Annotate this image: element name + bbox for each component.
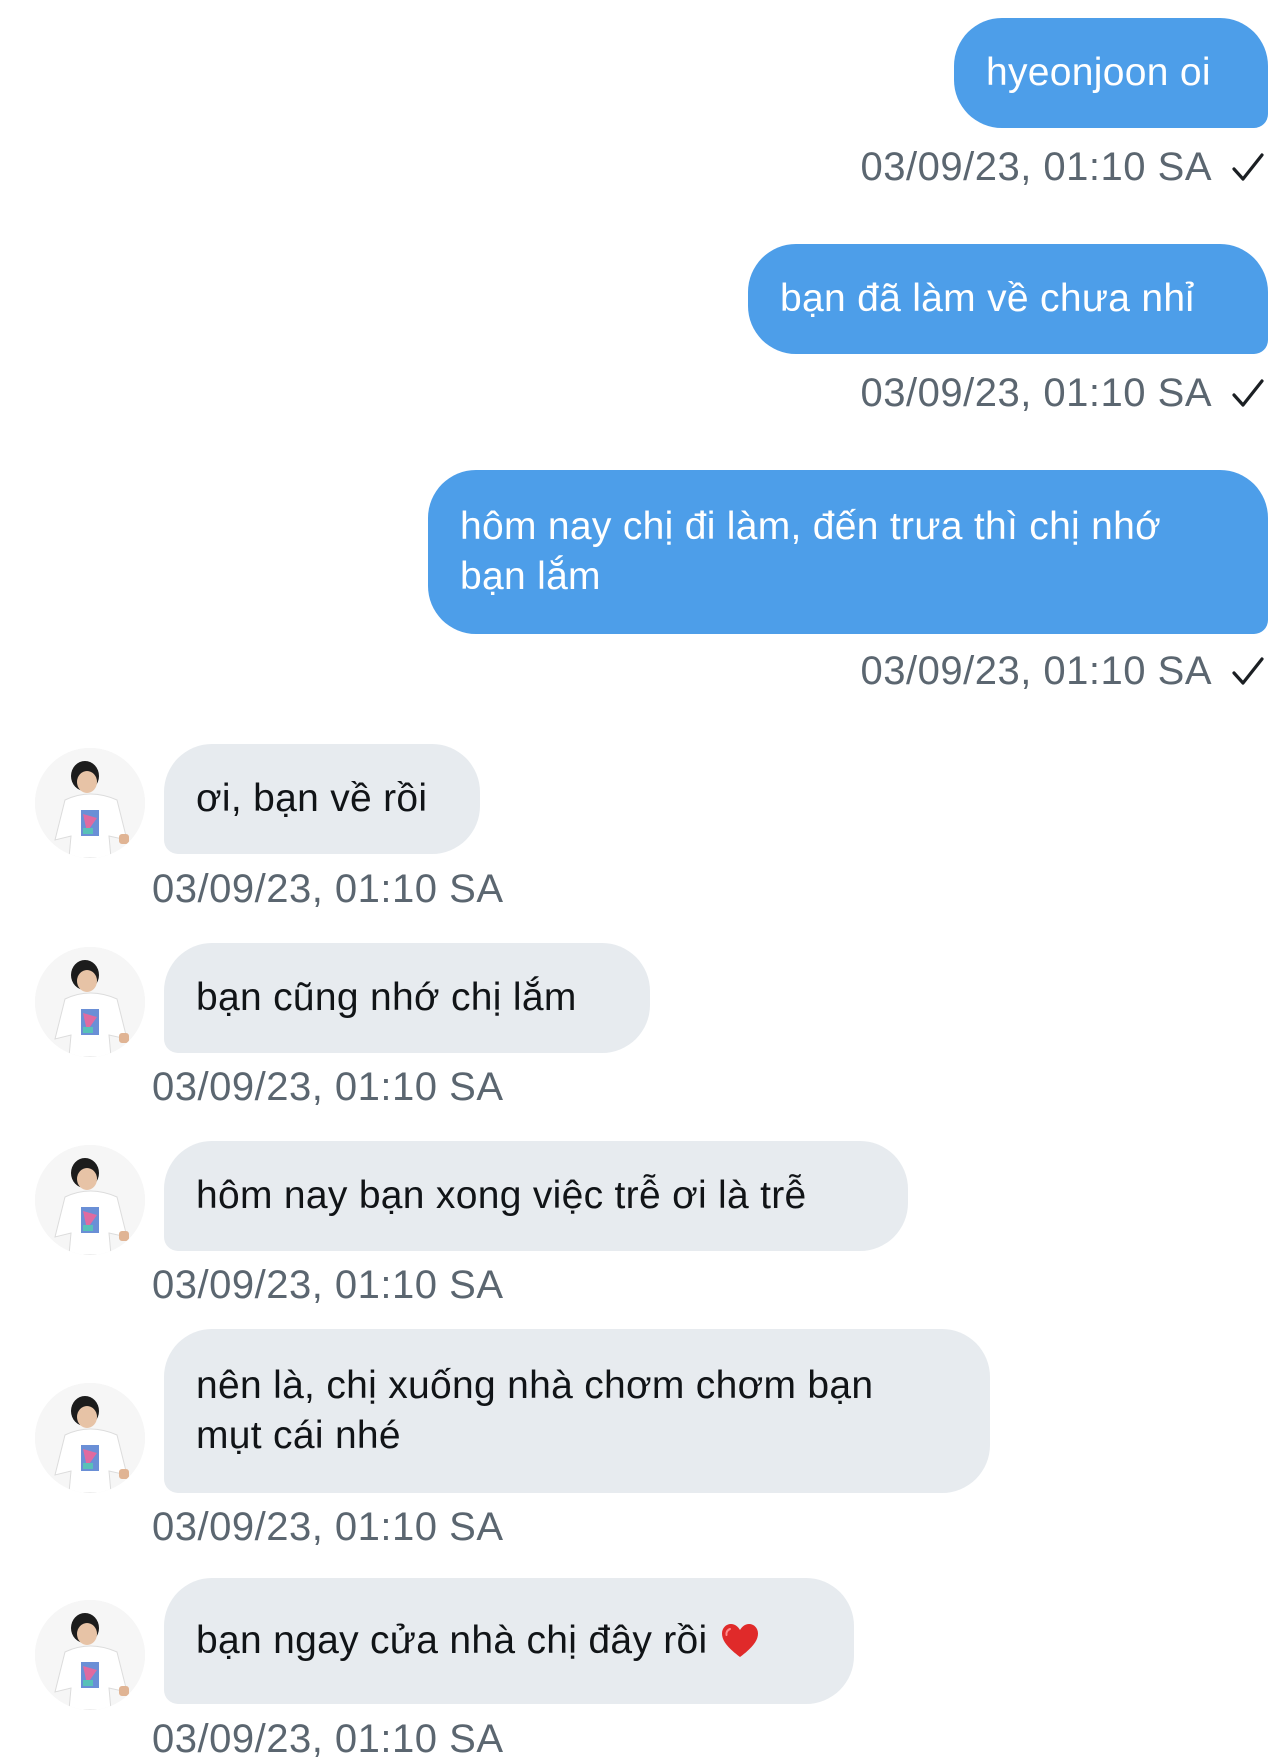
message-timestamp: 03/09/23, 01:10 SA xyxy=(861,646,1267,696)
message-text: nên là, chị xuống nhà chơm chơm bạn mụt … xyxy=(196,1364,874,1457)
timestamp-text: 03/09/23, 01:10 SA xyxy=(860,371,1212,415)
message-text: bạn ngay cửa nhà chị đây rồi xyxy=(196,1619,708,1662)
message-timestamp: 03/09/23, 01:10 SA xyxy=(152,1502,504,1552)
outgoing-message-bubble[interactable]: bạn đã làm về chưa nhỉ xyxy=(748,244,1268,354)
avatar-image xyxy=(35,1145,145,1255)
incoming-message-bubble[interactable]: ơi, bạn về rồi xyxy=(164,744,480,854)
contact-avatar[interactable] xyxy=(35,1600,145,1710)
message-text: bạn cũng nhớ chị lắm xyxy=(196,976,577,1019)
message-timestamp: 03/09/23, 01:10 SA xyxy=(152,1260,504,1310)
timestamp-text: 03/09/23, 01:10 SA xyxy=(860,649,1212,693)
timestamp-text: 03/09/23, 01:10 SA xyxy=(152,1505,504,1549)
message-text: ơi, bạn về rồi xyxy=(196,777,428,820)
outgoing-message-bubble[interactable]: hôm nay chị đi làm, đến trưa thì chị nhớ… xyxy=(428,470,1268,634)
avatar-image xyxy=(35,947,145,1057)
message-timestamp: 03/09/23, 01:10 SA xyxy=(861,142,1267,192)
message-timestamp: 03/09/23, 01:10 SA xyxy=(152,1062,504,1112)
timestamp-text: 03/09/23, 01:10 SA xyxy=(152,1065,504,1109)
avatar-image xyxy=(35,1600,145,1710)
message-text: hôm nay bạn xong việc trễ ơi là trễ xyxy=(196,1174,807,1217)
incoming-message-bubble[interactable]: bạn cũng nhớ chị lắm xyxy=(164,943,650,1053)
timestamp-text: 03/09/23, 01:10 SA xyxy=(860,145,1212,189)
message-timestamp: 03/09/23, 01:10 SA xyxy=(152,864,504,914)
outgoing-message-bubble[interactable]: hyeonjoon oi xyxy=(954,18,1268,128)
incoming-message-bubble[interactable]: hôm nay bạn xong việc trễ ơi là trễ xyxy=(164,1141,908,1251)
contact-avatar[interactable] xyxy=(35,1145,145,1255)
checkmark-icon xyxy=(1232,657,1264,685)
contact-avatar[interactable] xyxy=(35,1383,145,1493)
checkmark-icon xyxy=(1232,379,1264,407)
incoming-message-bubble[interactable]: nên là, chị xuống nhà chơm chơm bạn mụt … xyxy=(164,1329,990,1493)
message-text: hôm nay chị đi làm, đến trưa thì chị nhớ… xyxy=(460,505,1162,598)
incoming-message-bubble[interactable]: bạn ngay cửa nhà chị đây rồi xyxy=(164,1578,854,1704)
red-heart-icon xyxy=(721,1624,758,1657)
avatar-image xyxy=(35,748,145,858)
message-text: bạn đã làm về chưa nhỉ xyxy=(780,277,1195,320)
timestamp-text: 03/09/23, 01:10 SA xyxy=(152,1717,504,1761)
message-timestamp: 03/09/23, 01:10 SA xyxy=(861,368,1267,418)
checkmark-icon xyxy=(1232,153,1264,181)
message-text: hyeonjoon oi xyxy=(986,51,1211,94)
contact-avatar[interactable] xyxy=(35,748,145,858)
timestamp-text: 03/09/23, 01:10 SA xyxy=(152,867,504,911)
avatar-image xyxy=(35,1383,145,1493)
timestamp-text: 03/09/23, 01:10 SA xyxy=(152,1263,504,1307)
contact-avatar[interactable] xyxy=(35,947,145,1057)
